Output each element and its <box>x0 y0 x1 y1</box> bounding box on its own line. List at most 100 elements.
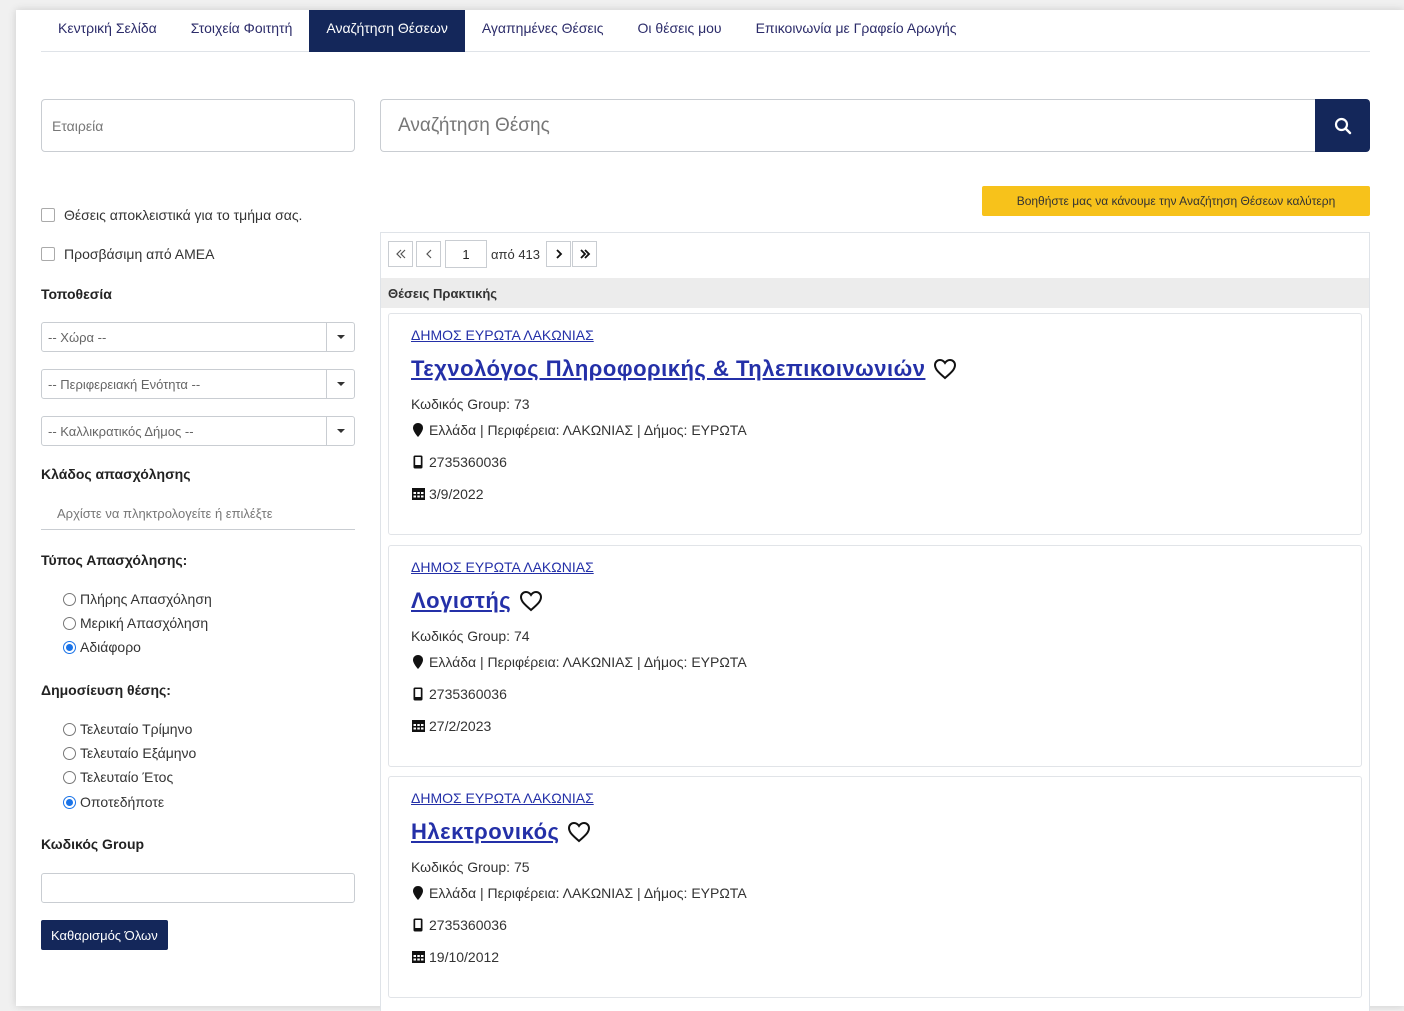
radio-label: Τελευταίο Έτος <box>80 769 174 785</box>
phone-icon <box>411 455 425 469</box>
radio-label: Τελευταίο Εξάμηνο <box>80 745 197 761</box>
municipality-select[interactable]: -- Καλλικρατικός Δήμος -- <box>41 416 355 446</box>
map-marker-icon <box>411 886 425 900</box>
nav-favorites[interactable]: Αγαπημένες Θέσεις <box>465 10 621 52</box>
nav-home[interactable]: Κεντρική Σελίδα <box>41 10 174 52</box>
chevron-down-icon <box>326 417 354 445</box>
date-text: 27/2/2023 <box>429 718 492 734</box>
job-title-link[interactable]: Λογιστής <box>411 588 511 614</box>
prev-page-button[interactable] <box>416 241 441 267</box>
location-line: Ελλάδα | Περιφέρεια: ΛΑΚΩΝΙΑΣ | Δήμος: Ε… <box>411 654 747 670</box>
radio-label: Τελευταίο Τρίμηνο <box>80 721 193 737</box>
location-line: Ελλάδα | Περιφέρεια: ΛΑΚΩΝΙΑΣ | Δήμος: Ε… <box>411 885 747 901</box>
chevron-down-icon <box>326 370 354 398</box>
radio-button[interactable] <box>63 640 76 654</box>
job-title-link[interactable]: Τεχνολόγος Πληροφορικής & Τηλεπικοινωνιώ… <box>411 356 925 382</box>
last-page-button[interactable] <box>572 241 598 267</box>
nav-job-search[interactable]: Αναζήτηση Θέσεων <box>309 10 465 52</box>
search-icon <box>1334 117 1351 134</box>
sector-input[interactable]: Αρχίστε να πληκτρολογείτε ή επιλέξτε <box>41 498 355 530</box>
date-line: 19/10/2012 <box>411 949 499 965</box>
radio-button[interactable] <box>63 770 76 784</box>
feedback-button[interactable]: Βοηθήστε μας να κάνουμε την Αναζήτηση Θέ… <box>982 186 1370 216</box>
phone-line: 2735360036 <box>411 917 507 933</box>
company-input[interactable]: Εταιρεία <box>41 99 355 152</box>
map-marker-icon <box>411 423 425 437</box>
radio-button[interactable] <box>63 616 76 630</box>
nav-my-positions[interactable]: Οι θέσεις μου <box>621 10 739 52</box>
pagination: 1 από 413 <box>388 240 598 268</box>
job-card: ΔΗΜΟΣ ΕΥΡΩΤΑ ΛΑΚΩΝΙΑΣ Λογιστής Κωδικός G… <box>388 545 1362 767</box>
published-option-any[interactable]: Οποτεδήποτε <box>63 794 164 810</box>
exclusive-filter[interactable]: Θέσεις αποκλειστικά για το τμήμα σας. <box>41 207 302 223</box>
group-title: Κωδικός Group <box>41 836 145 852</box>
group-code: Κωδικός Group: 75 <box>411 859 530 875</box>
job-title-row: Λογιστής <box>411 588 543 614</box>
location-text: Ελλάδα | Περιφέρεια: ΛΑΚΩΝΙΑΣ | Δήμος: Ε… <box>429 422 747 438</box>
published-option-semester[interactable]: Τελευταίο Εξάμηνο <box>63 745 196 761</box>
job-card: ΔΗΜΟΣ ΕΥΡΩΤΑ ΛΑΚΩΝΙΑΣ Τεχνολόγος Πληροφο… <box>388 313 1362 535</box>
location-title: Τοποθεσία <box>41 286 112 302</box>
region-select[interactable]: -- Περιφερειακή Ενότητα -- <box>41 369 355 399</box>
calendar-icon <box>411 720 425 732</box>
employment-option-any[interactable]: Αδιάφορο <box>63 639 141 655</box>
municipality-select-value: -- Καλλικρατικός Δήμος -- <box>48 423 194 439</box>
employment-option-part[interactable]: Μερική Απασχόληση <box>63 615 208 631</box>
date-line: 3/9/2022 <box>411 486 484 502</box>
map-marker-icon <box>411 655 425 669</box>
heart-icon[interactable] <box>933 358 957 380</box>
nav-student-details[interactable]: Στοιχεία Φοιτητή <box>174 10 310 52</box>
first-page-button[interactable] <box>388 241 413 267</box>
search-button[interactable] <box>1315 99 1370 152</box>
company-link[interactable]: ΔΗΜΟΣ ΕΥΡΩΤΑ ΛΑΚΩΝΙΑΣ <box>411 559 594 575</box>
employment-option-full[interactable]: Πλήρης Απασχόληση <box>63 591 212 607</box>
calendar-icon <box>411 488 425 500</box>
radio-button[interactable] <box>63 722 76 736</box>
sector-title: Κλάδος απασχόλησης <box>41 466 191 482</box>
phone-text: 2735360036 <box>429 454 507 470</box>
date-line: 27/2/2023 <box>411 718 491 734</box>
phone-text: 2735360036 <box>429 917 507 933</box>
radio-label: Πλήρης Απασχόληση <box>80 591 212 607</box>
country-select[interactable]: -- Χώρα -- <box>41 322 355 352</box>
job-card: ΔΗΜΟΣ ΕΥΡΩΤΑ ΛΑΚΩΝΙΑΣ Ηλεκτρονικός Κωδικ… <box>388 776 1362 998</box>
double-chevron-left-icon <box>395 249 405 259</box>
nav-contact-helpdesk[interactable]: Επικοινωνία με Γραφείο Αρωγής <box>739 10 974 52</box>
company-link[interactable]: ΔΗΜΟΣ ΕΥΡΩΤΑ ΛΑΚΩΝΙΑΣ <box>411 327 594 343</box>
heart-icon[interactable] <box>567 821 591 843</box>
chevron-down-icon <box>326 323 354 351</box>
radio-button[interactable] <box>63 592 76 606</box>
page-number-input[interactable]: 1 <box>445 240 487 268</box>
radio-button[interactable] <box>63 795 76 809</box>
date-text: 3/9/2022 <box>429 486 484 502</box>
next-page-button[interactable] <box>546 241 572 267</box>
list-header: Θέσεις Πρακτικής <box>381 278 1369 308</box>
phone-icon <box>411 687 425 701</box>
main-nav: Κεντρική Σελίδα Στοιχεία Φοιτητή Αναζήτη… <box>41 10 1370 52</box>
phone-icon <box>411 918 425 932</box>
accessible-filter[interactable]: Προσβάσιμη από ΑΜΕΑ <box>41 246 214 262</box>
employment-title: Τύπος Απασχόλησης: <box>41 552 188 568</box>
job-title-link[interactable]: Ηλεκτρονικός <box>411 819 559 845</box>
calendar-icon <box>411 951 425 963</box>
radio-label: Μερική Απασχόληση <box>80 615 209 631</box>
job-search-input[interactable]: Αναζήτηση Θέσης <box>380 99 1315 152</box>
country-select-value: -- Χώρα -- <box>48 329 107 345</box>
exclusive-checkbox[interactable] <box>41 208 55 222</box>
job-title-row: Ηλεκτρονικός <box>411 819 591 845</box>
company-link[interactable]: ΔΗΜΟΣ ΕΥΡΩΤΑ ΛΑΚΩΝΙΑΣ <box>411 790 594 806</box>
clear-all-button[interactable]: Καθαρισμός Όλων <box>41 920 168 950</box>
heart-icon[interactable] <box>519 590 543 612</box>
chevron-left-icon <box>425 249 431 259</box>
phone-text: 2735360036 <box>429 686 507 702</box>
results-panel: 1 από 413 Θέσεις Πρακτικής ΔΗΜΟΣ ΕΥΡΩΤΑ … <box>380 232 1370 1011</box>
page-total: από 413 <box>491 246 541 262</box>
published-title: Δημοσίευση θέσης: <box>41 682 171 698</box>
radio-button[interactable] <box>63 746 76 760</box>
group-code: Κωδικός Group: 74 <box>411 628 530 644</box>
accessible-checkbox[interactable] <box>41 247 55 261</box>
published-option-year[interactable]: Τελευταίο Έτος <box>63 769 173 785</box>
published-option-quarter[interactable]: Τελευταίο Τρίμηνο <box>63 721 192 737</box>
group-code-input[interactable] <box>41 873 355 903</box>
phone-line: 2735360036 <box>411 686 507 702</box>
